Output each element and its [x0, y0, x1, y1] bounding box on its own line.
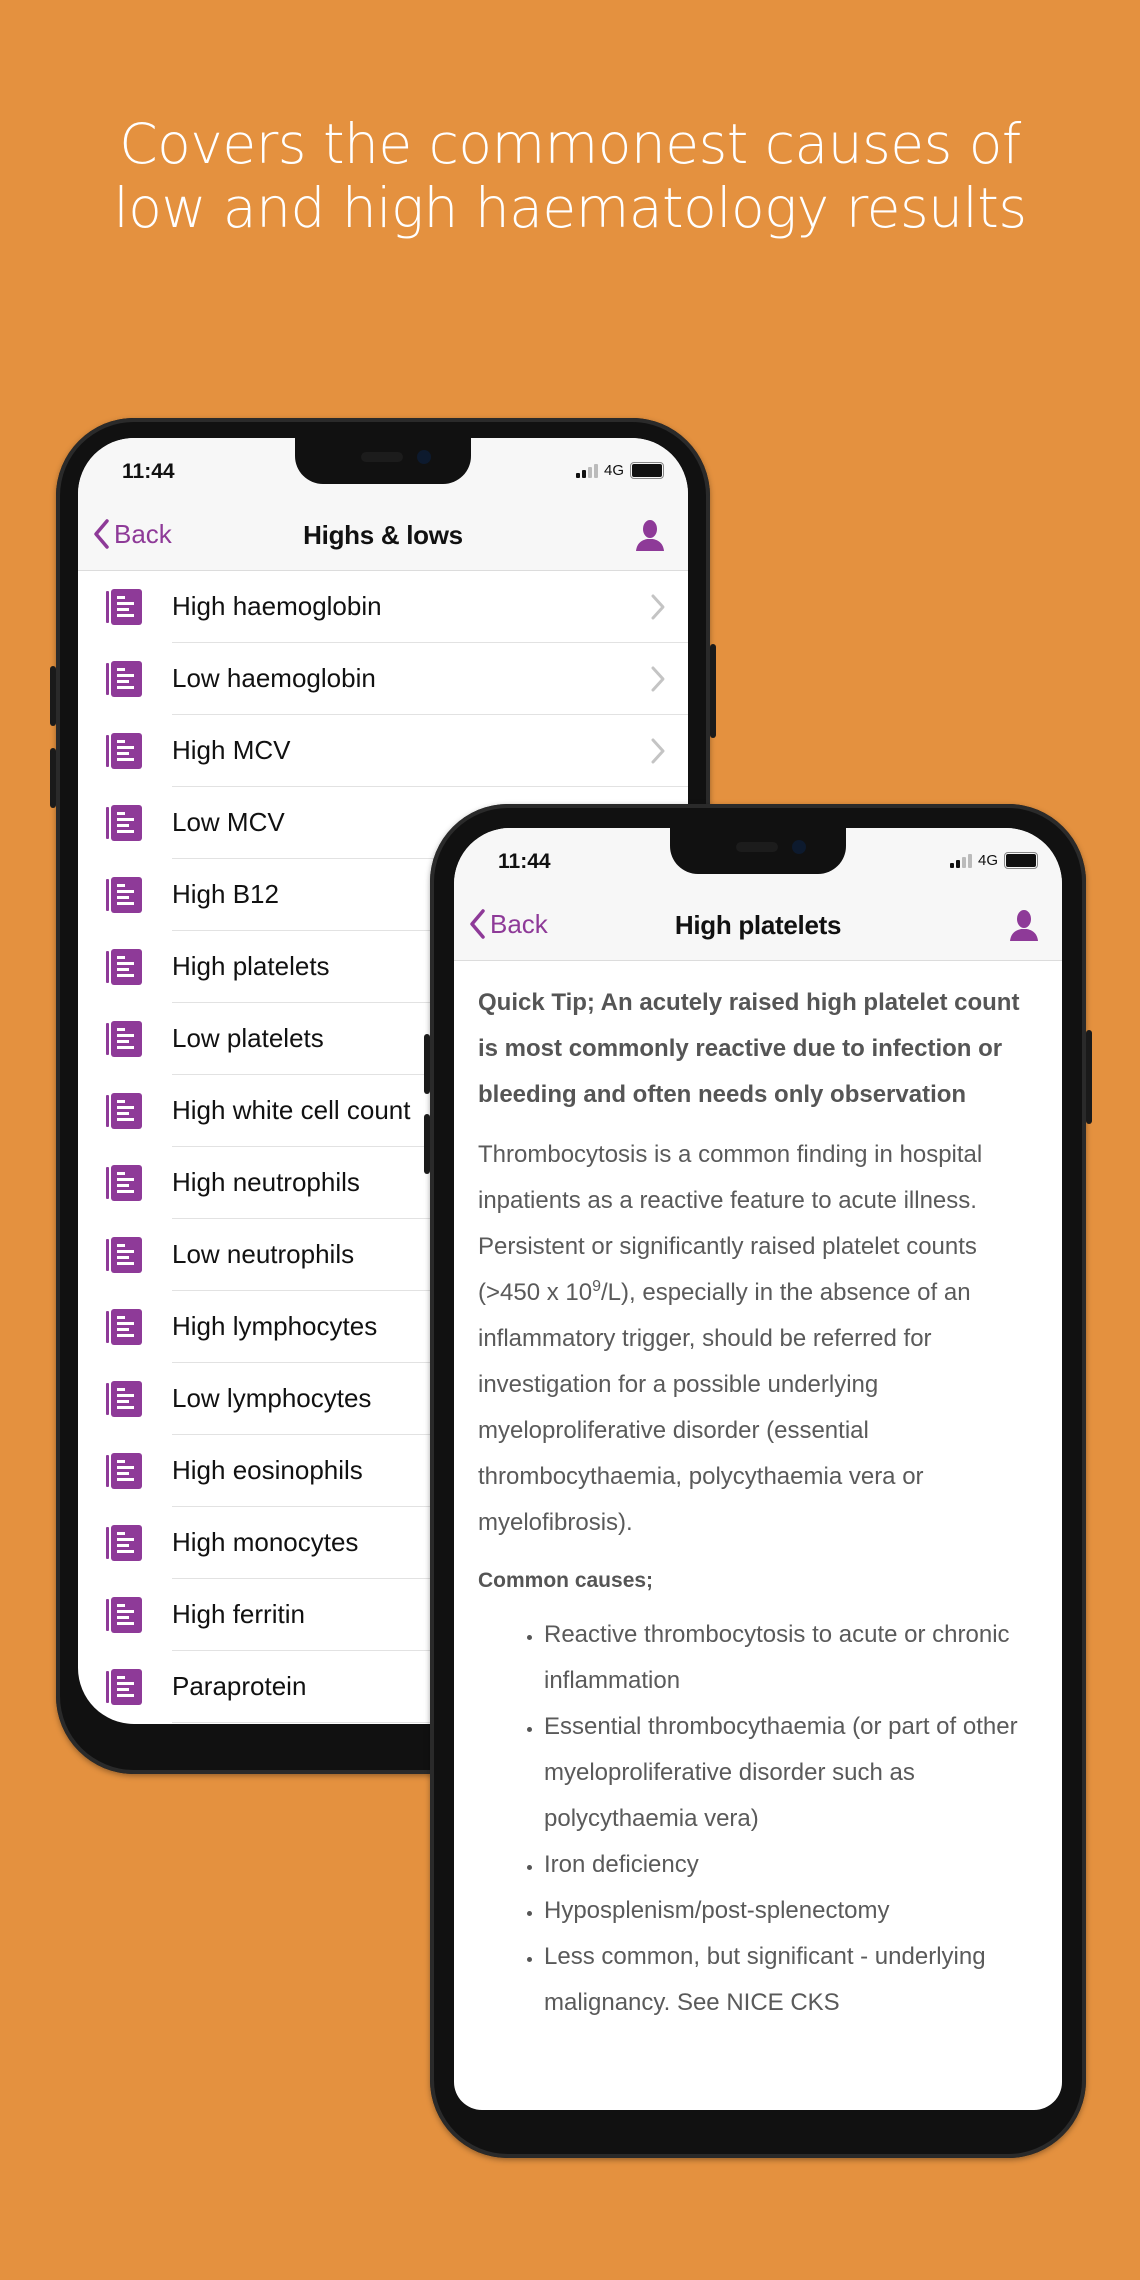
causes-list: Reactive thrombocytosis to acute or chro… [478, 1612, 1040, 2026]
phone-side-button [1086, 1030, 1092, 1124]
status-icons: 4G [949, 852, 1038, 869]
signal-bars-icon [949, 853, 972, 868]
article-icon [106, 1381, 142, 1417]
network-label: 4G [977, 852, 998, 869]
list-item-label: High lymphocytes [172, 1311, 378, 1341]
list-item-label: Low lymphocytes [172, 1383, 372, 1413]
article-icon [106, 733, 142, 769]
list-item-label: High MCV [172, 735, 291, 765]
article-icon [106, 1453, 142, 1489]
article-paragraph: Thrombocytosis is a common finding in ho… [478, 1132, 1040, 1546]
list-item-label: Low haemoglobin [172, 663, 376, 693]
network-label: 4G [603, 462, 624, 479]
headline-line-2: low and high haematology results [113, 176, 1027, 240]
headline-line-1: Covers the commonest causes of [119, 112, 1021, 176]
list-item-label: Low neutrophils [172, 1239, 355, 1269]
phone-volume-button [424, 1114, 430, 1174]
battery-icon [1004, 852, 1038, 869]
phone-volume-button [424, 1034, 430, 1094]
battery-icon [630, 462, 664, 479]
chevron-right-icon [651, 738, 665, 764]
list-item[interactable]: High haemoglobin [78, 571, 688, 643]
user-icon[interactable] [1008, 908, 1040, 942]
phone-high-platelets: 11:44 4G Back High platelets Quick Tip; … [424, 804, 1092, 2158]
phone-side-button [710, 644, 716, 738]
article-icon [106, 1021, 142, 1057]
list-item-label: High B12 [172, 879, 279, 909]
article-icon [106, 1165, 142, 1201]
headline: Covers the commonest causes of low and h… [0, 112, 1140, 240]
phone-volume-button [50, 748, 56, 808]
list-item-label: Low MCV [172, 807, 285, 837]
article-icon [106, 949, 142, 985]
status-time: 11:44 [498, 850, 551, 873]
article-icon [106, 589, 142, 625]
cause-item: Essential thrombocythaemia (or part of o… [544, 1704, 1040, 1842]
article-icon [106, 1237, 142, 1273]
list-item[interactable]: High MCV [78, 715, 688, 787]
cause-item: Hyposplenism/post-splenectomy [544, 1888, 1040, 1934]
list-item-label: Paraprotein [172, 1671, 307, 1701]
cause-item: Iron deficiency [544, 1842, 1040, 1888]
list-item-label: High monocytes [172, 1527, 359, 1557]
superscript: 9 [592, 1278, 601, 1295]
list-item[interactable]: Low haemoglobin [78, 643, 688, 715]
notch [295, 438, 471, 484]
list-item-label: High eosinophils [172, 1455, 363, 1485]
phone-volume-button [50, 666, 56, 726]
article-icon [106, 1309, 142, 1345]
cause-item: Reactive thrombocytosis to acute or chro… [544, 1612, 1040, 1704]
article-icon [106, 661, 142, 697]
article-icon [106, 1093, 142, 1129]
page-title: Highs & lows [303, 520, 463, 550]
quick-tip: Quick Tip; An acutely raised high platel… [478, 989, 1020, 1108]
list-item-label: High haemoglobin [172, 591, 382, 621]
nav-bar: Back Highs & lows [78, 498, 688, 571]
article-icon [106, 877, 142, 913]
list-item-label: High platelets [172, 951, 330, 981]
status-time: 11:44 [122, 460, 175, 483]
chevron-right-icon [651, 594, 665, 620]
article-icon [106, 1597, 142, 1633]
chevron-right-icon [651, 666, 665, 692]
list-item-label: High neutrophils [172, 1167, 360, 1197]
list-item-label: High ferritin [172, 1599, 305, 1629]
list-item-label: Low platelets [172, 1023, 324, 1053]
article-icon [106, 805, 142, 841]
article-icon [106, 1525, 142, 1561]
paragraph-text: /L), especially in the absence of an inf… [478, 1279, 971, 1536]
cause-item: Less common, but significant - underlyin… [544, 1934, 1040, 2026]
signal-bars-icon [575, 463, 598, 478]
user-icon[interactable] [634, 518, 666, 552]
nav-bar: Back High platelets [454, 888, 1062, 961]
article-content: Quick Tip; An acutely raised high platel… [478, 980, 1040, 2026]
causes-heading: Common causes; [478, 1569, 654, 1592]
article-icon [106, 1669, 142, 1705]
list-item-label: High white cell count [172, 1095, 411, 1125]
notch [670, 828, 846, 874]
screen: 11:44 4G Back High platelets Quick Tip; … [454, 828, 1062, 2110]
page-title: High platelets [674, 910, 842, 940]
status-icons: 4G [575, 462, 664, 479]
